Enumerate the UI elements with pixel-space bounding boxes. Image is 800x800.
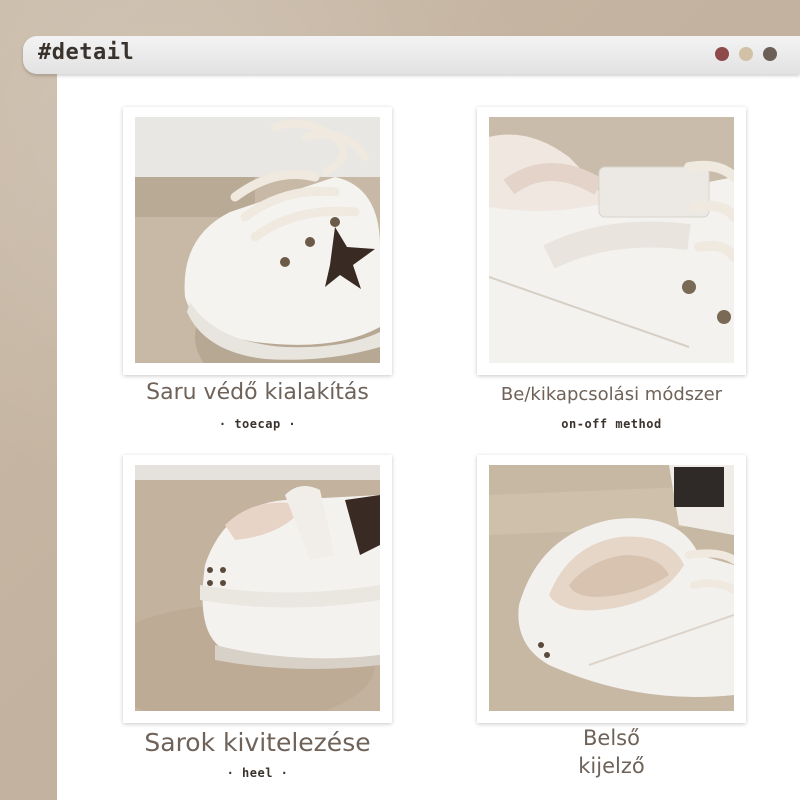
- caption-heel: Sarok kivitelezése: [144, 728, 371, 757]
- photo-card-toecap: [123, 107, 392, 375]
- subcaption-heel: · heel ·: [226, 766, 289, 780]
- on-off-method-photo: [489, 117, 734, 363]
- photo-card-heel: [123, 455, 392, 723]
- caption-inner-display-line2: kijelző: [578, 754, 645, 778]
- window-dot-beige[interactable]: [739, 47, 753, 61]
- photo-card-inner-display: [477, 455, 746, 723]
- caption-toecap: Saru védő kialakítás: [146, 380, 369, 405]
- caption-on-off-method: Be/kikapcsolási módszer: [500, 384, 723, 405]
- caption-inner-display-line1: Belső: [583, 726, 640, 750]
- heel-photo: [135, 465, 380, 711]
- caption-inner-display: Belső kijelző: [474, 724, 749, 780]
- window-titlebar: #detail: [23, 36, 800, 74]
- toecap-photo: [135, 117, 380, 363]
- subcaption-toecap: · toecap ·: [218, 417, 297, 431]
- window-dot-red[interactable]: [715, 47, 729, 61]
- inner-display-photo: [489, 465, 734, 711]
- photo-card-on-off-method: [477, 107, 746, 375]
- window-title: #detail: [38, 40, 135, 65]
- subcaption-on-off-method: on-off method: [561, 417, 662, 431]
- window-dot-gray[interactable]: [763, 47, 777, 61]
